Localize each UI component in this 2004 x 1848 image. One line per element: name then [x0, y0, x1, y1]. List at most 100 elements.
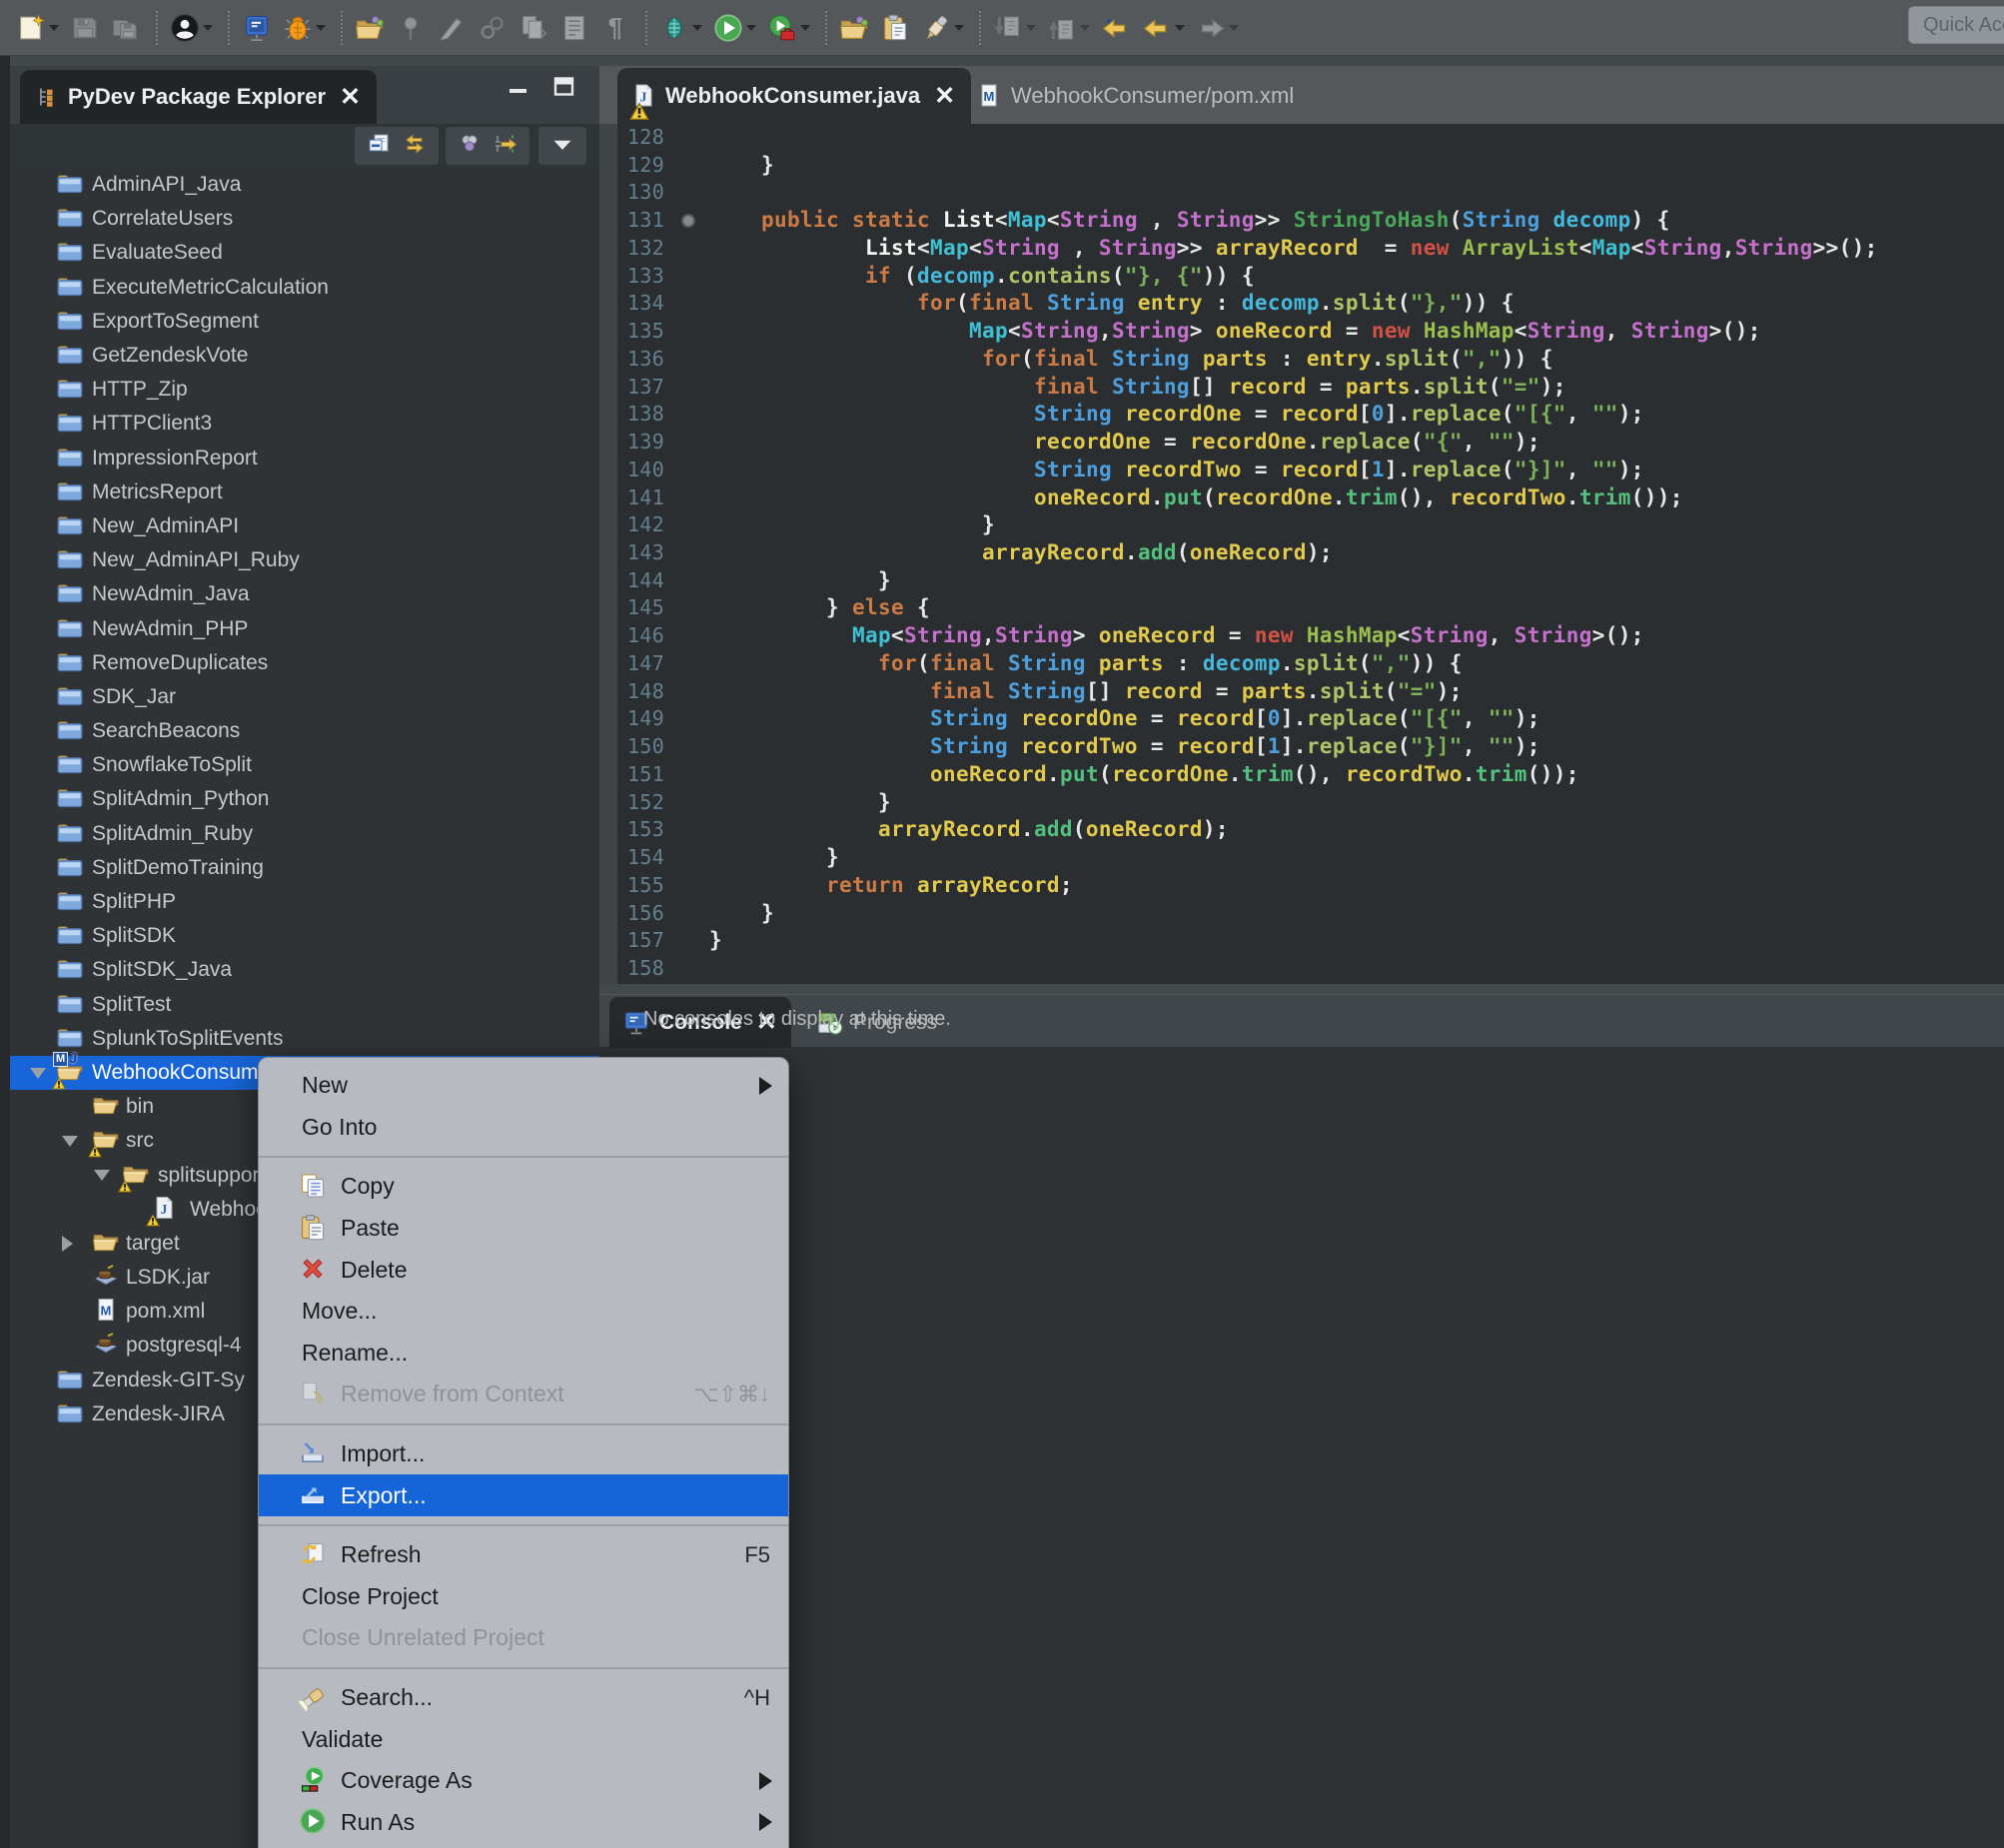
quick-access-box[interactable]: Quick Access	[1908, 6, 2004, 44]
chevron-down-icon[interactable]	[800, 25, 810, 31]
menu-item-coverage-as[interactable]: Coverage As	[259, 1760, 788, 1802]
horizontal-sash[interactable]	[599, 984, 2004, 994]
maven-file-icon: M	[92, 1298, 122, 1326]
editor-tab-webhookconsumer-java[interactable]: JWebhookConsumer.java✕	[617, 68, 971, 124]
chevron-down-icon[interactable]	[49, 25, 59, 31]
highlighter-button[interactable]	[919, 8, 966, 48]
menu-item-close-project[interactable]: Close Project	[259, 1576, 788, 1618]
close-icon[interactable]: ✕	[934, 84, 955, 109]
tree-item-removeduplicates[interactable]: RemoveDuplicates	[10, 646, 599, 680]
explorer-toolbar	[10, 124, 599, 168]
tree-item-impressionreport[interactable]: ImpressionReport	[10, 442, 599, 475]
tree-item-snowflaketosplit[interactable]: SnowflakeToSplit	[10, 748, 599, 782]
tree-item-splittest[interactable]: SplitTest	[10, 988, 599, 1022]
collapse-arrow-icon[interactable]	[94, 1170, 110, 1181]
tree-item-adminapi-java[interactable]: AdminAPI_Java	[10, 168, 599, 202]
sketch-tool-button	[435, 8, 469, 48]
menu-item-import[interactable]: Import...	[259, 1433, 788, 1475]
close-icon[interactable]: ✕	[340, 85, 361, 110]
menu-item-delete[interactable]: Delete	[259, 1249, 788, 1291]
tree-item-executemetriccalculation[interactable]: ExecuteMetricCalculation	[10, 271, 599, 305]
minimize-view-button[interactable]	[505, 76, 539, 102]
tree-item-correlateusers[interactable]: CorrelateUsers	[10, 202, 599, 236]
tree-item-splitadmin-ruby[interactable]: SplitAdmin_Ruby	[10, 817, 599, 851]
tab-pydev-package-explorer[interactable]: PyDev Package Explorer ✕	[20, 70, 377, 124]
junit-beetle-button[interactable]	[657, 8, 704, 48]
closed-folder-icon	[56, 888, 86, 916]
code-editor[interactable]: 128129}130131public static List<Map<Stri…	[599, 124, 2004, 984]
collapse-arrow-icon[interactable]	[30, 1068, 46, 1079]
customize-view-button[interactable]	[488, 129, 523, 163]
junit-beetle-icon	[659, 13, 689, 43]
collapse-arrow-icon[interactable]	[62, 1136, 78, 1147]
tree-item-new-adminapi[interactable]: New_AdminAPI	[10, 509, 599, 543]
code-line-146: 146Map<String,String> oneRecord = new Ha…	[599, 622, 2004, 650]
back-button[interactable]	[1140, 8, 1187, 48]
open-resource-button[interactable]	[353, 8, 387, 48]
maximize-view-button[interactable]	[551, 76, 585, 102]
tree-item-httpclient3[interactable]: HTTPClient3	[10, 407, 599, 441]
menu-item-go-into[interactable]: Go Into	[259, 1107, 788, 1149]
collapse-all-button[interactable]	[361, 129, 397, 163]
tree-item-new-adminapi-ruby[interactable]: New_AdminAPI_Ruby	[10, 543, 599, 577]
menu-item-refresh[interactable]: RefreshF5	[259, 1534, 788, 1576]
tree-item-splitsdk-java[interactable]: SplitSDK_Java	[10, 953, 599, 987]
editor-tab-webhookconsumer-pom-xml[interactable]: MWebhookConsumer/pom.xml	[963, 68, 1310, 124]
menu-item-paste[interactable]: Paste	[259, 1208, 788, 1250]
chevron-down-icon[interactable]	[746, 25, 756, 31]
tree-item-newadmin-php[interactable]: NewAdmin_PHP	[10, 611, 599, 645]
tree-item-label: New_AdminAPI_Ruby	[92, 548, 300, 572]
tree-item-splitsdk[interactable]: SplitSDK	[10, 919, 599, 953]
tree-item-searchbeacons[interactable]: SearchBeacons	[10, 714, 599, 748]
tree-item-label: Zendesk-JIRA	[92, 1402, 225, 1426]
tree-item-sdk-jar[interactable]: SDK_Jar	[10, 680, 599, 714]
console-message: No consoles to display at this time.	[643, 1008, 951, 1031]
chevron-down-icon[interactable]	[1175, 25, 1185, 31]
tree-item-getzendeskvote[interactable]: GetZendeskVote	[10, 339, 599, 373]
tree-item-newadmin-java[interactable]: NewAdmin_Java	[10, 577, 599, 611]
console-view: Console✕Progress No consoles to display …	[599, 994, 2004, 1848]
paste-clipboard-button[interactable]	[878, 8, 912, 48]
menu-item-label: Delete	[341, 1257, 407, 1284]
tree-item-splitadmin-python[interactable]: SplitAdmin_Python	[10, 782, 599, 816]
tree-item-evaluateseed[interactable]: EvaluateSeed	[10, 236, 599, 270]
chevron-down-icon[interactable]	[203, 25, 213, 31]
menu-item-move[interactable]: Move...	[259, 1291, 788, 1333]
menu-item-validate[interactable]: Validate	[259, 1718, 788, 1760]
run-external-tools-button[interactable]	[765, 8, 812, 48]
last-edit-location-button[interactable]	[1099, 8, 1133, 48]
menu-item-copy[interactable]: Copy	[259, 1166, 788, 1208]
filters-button[interactable]	[452, 129, 488, 163]
chevron-down-icon[interactable]	[1229, 25, 1239, 31]
run-button[interactable]	[711, 8, 758, 48]
view-menu-button[interactable]	[544, 129, 580, 163]
chevron-down-icon[interactable]	[692, 25, 702, 31]
tree-item-splitdemotraining[interactable]: SplitDemoTraining	[10, 851, 599, 885]
menu-item-run-as[interactable]: Run As	[259, 1802, 788, 1844]
menu-item-export[interactable]: Export...	[259, 1474, 788, 1516]
tree-item-exporttosegment[interactable]: ExportToSegment	[10, 305, 599, 339]
tree-item-metricsreport[interactable]: MetricsReport	[10, 475, 599, 509]
line-number: 151	[627, 761, 664, 789]
link-with-editor-button[interactable]	[397, 129, 433, 163]
debug-button[interactable]	[281, 8, 328, 48]
menu-item-new[interactable]: New	[259, 1065, 788, 1107]
console-shortcut-button[interactable]	[240, 8, 274, 48]
chevron-down-icon[interactable]	[1080, 25, 1090, 31]
new-wizard-button[interactable]	[14, 8, 61, 48]
toolbar-separator	[979, 11, 981, 45]
tree-item-http-zip[interactable]: HTTP_Zip	[10, 373, 599, 407]
menu-item-rename[interactable]: Rename...	[259, 1333, 788, 1375]
tree-item-label: SplitSDK	[92, 924, 176, 948]
expand-arrow-icon[interactable]	[62, 1236, 73, 1252]
chevron-down-icon[interactable]	[1026, 25, 1036, 31]
tree-item-label: NewAdmin_Java	[92, 582, 250, 606]
user-profile-button[interactable]	[168, 8, 215, 48]
tree-item-splunktosplitevents[interactable]: SplunkToSplitEvents	[10, 1022, 599, 1056]
tree-item-splitphp[interactable]: SplitPHP	[10, 885, 599, 919]
chevron-down-icon[interactable]	[954, 25, 964, 31]
chevron-down-icon[interactable]	[316, 25, 326, 31]
menu-item-search[interactable]: Search...^H	[259, 1677, 788, 1719]
open-folder-button[interactable]	[837, 8, 871, 48]
tree-item-label: LSDK.jar	[126, 1266, 210, 1290]
